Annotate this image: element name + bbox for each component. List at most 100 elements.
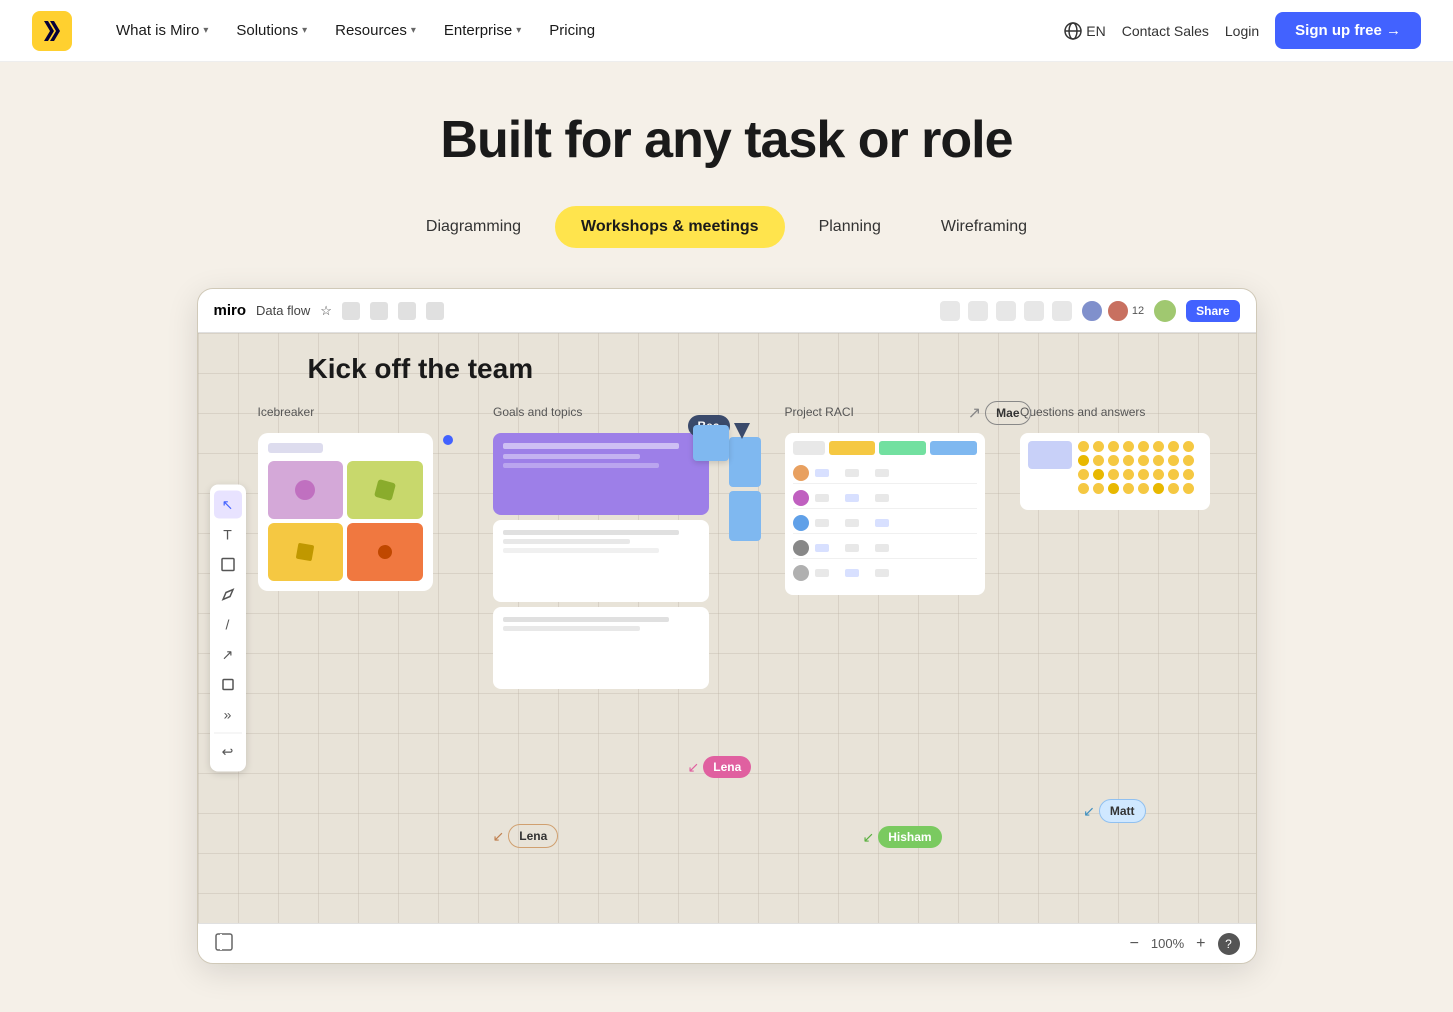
avatar bbox=[1080, 299, 1104, 323]
dot bbox=[1168, 483, 1179, 494]
yellow-shape bbox=[296, 543, 315, 562]
draw-tool[interactable] bbox=[214, 581, 242, 609]
arrow-tool[interactable]: ↗ bbox=[214, 641, 242, 669]
nav-pricing[interactable]: Pricing bbox=[537, 14, 607, 47]
undo-tool[interactable]: ↩ bbox=[214, 738, 242, 766]
dot bbox=[1153, 469, 1164, 480]
raci-row-1 bbox=[793, 463, 977, 484]
notification-icon[interactable] bbox=[370, 302, 388, 320]
more-tools[interactable]: » bbox=[214, 701, 242, 729]
raci-avatar bbox=[793, 540, 809, 556]
board-brand: miro bbox=[214, 302, 247, 319]
pen-tool[interactable]: / bbox=[214, 611, 242, 639]
settings-icon[interactable] bbox=[342, 302, 360, 320]
dot bbox=[1168, 469, 1179, 480]
board-toolbar-left: miro Data flow ☆ bbox=[214, 302, 444, 320]
raci-avatar bbox=[793, 465, 809, 481]
search-icon[interactable] bbox=[426, 302, 444, 320]
column-qa: Questions and answers bbox=[1020, 405, 1236, 510]
raci-cell bbox=[815, 519, 829, 527]
help-button[interactable]: ? bbox=[1218, 933, 1240, 955]
main-content: Built for any task or role Diagramming W… bbox=[0, 62, 1453, 1012]
nav-what-is-miro[interactable]: What is Miro ▾ bbox=[104, 14, 220, 47]
signup-button[interactable]: Sign up free → bbox=[1275, 12, 1421, 49]
raci-cell bbox=[815, 544, 829, 552]
dot bbox=[1123, 483, 1134, 494]
raci-cell bbox=[815, 494, 829, 502]
dot bbox=[1138, 441, 1149, 452]
globe-icon bbox=[1064, 22, 1082, 40]
comment-annotation bbox=[443, 435, 453, 445]
tab-planning[interactable]: Planning bbox=[793, 206, 907, 248]
dot bbox=[1183, 469, 1194, 480]
chevron-down-icon: ▾ bbox=[302, 25, 307, 36]
goals-card-white-1[interactable] bbox=[493, 520, 709, 602]
sticky-note-overlay bbox=[693, 425, 729, 461]
frame-tool[interactable] bbox=[214, 671, 242, 699]
qa-blue-rect bbox=[1028, 441, 1072, 469]
dot bbox=[1138, 455, 1149, 466]
raci-avatar bbox=[793, 490, 809, 506]
raci-bar-yellow bbox=[829, 441, 876, 455]
text-tool[interactable]: T bbox=[214, 521, 242, 549]
board-title: Kick off the team bbox=[308, 353, 1236, 385]
raci-cell bbox=[875, 494, 889, 502]
nav-solutions[interactable]: Solutions ▾ bbox=[224, 14, 319, 47]
dot bbox=[1123, 441, 1134, 452]
icebreaker-card[interactable] bbox=[258, 433, 433, 591]
green-shape bbox=[374, 479, 396, 501]
dot bbox=[1168, 441, 1179, 452]
card-line bbox=[503, 539, 630, 544]
board-canvas[interactable]: ↖ T / ↗ » ↩ Kick off the team bbox=[198, 333, 1256, 923]
sticky-blue-1 bbox=[729, 437, 761, 487]
timer-icon[interactable] bbox=[968, 301, 988, 321]
nav-links: What is Miro ▾ Solutions ▾ Resources ▾ E… bbox=[104, 14, 1064, 47]
lightning-icon[interactable] bbox=[940, 301, 960, 321]
dot bbox=[1108, 455, 1119, 466]
logo[interactable] bbox=[32, 11, 72, 51]
blue-sticky bbox=[693, 425, 729, 461]
nav-resources[interactable]: Resources ▾ bbox=[323, 14, 428, 47]
tab-workshops-meetings[interactable]: Workshops & meetings bbox=[555, 206, 785, 248]
raci-avatar bbox=[793, 565, 809, 581]
board-expand-icon[interactable] bbox=[214, 932, 234, 955]
star-icon[interactable]: ☆ bbox=[320, 303, 332, 319]
present-icon[interactable] bbox=[1024, 301, 1044, 321]
raci-header-cell-empty bbox=[793, 441, 825, 455]
dot bbox=[1138, 469, 1149, 480]
zoom-in-button[interactable]: + bbox=[1192, 935, 1209, 953]
share-button[interactable]: Share bbox=[1186, 300, 1239, 322]
raci-cell bbox=[845, 544, 859, 552]
board-data-flow-label: Data flow bbox=[256, 303, 310, 318]
tab-diagramming[interactable]: Diagramming bbox=[400, 206, 547, 248]
contact-sales-link[interactable]: Contact Sales bbox=[1122, 23, 1209, 39]
raci-row-4 bbox=[793, 538, 977, 559]
column-raci: Project RACI bbox=[785, 405, 1001, 595]
zoom-out-button[interactable]: − bbox=[1126, 935, 1143, 953]
avatar-group: 12 bbox=[1080, 299, 1144, 323]
raci-card[interactable] bbox=[785, 433, 985, 595]
goals-card-white-2[interactable] bbox=[493, 607, 709, 689]
shape-tool[interactable] bbox=[214, 551, 242, 579]
card-line bbox=[503, 530, 679, 535]
dot bbox=[1108, 483, 1119, 494]
select-tool[interactable]: ↖ bbox=[214, 491, 242, 519]
chevron-down-icon: ▾ bbox=[203, 25, 208, 36]
card-line bbox=[503, 443, 679, 449]
raci-header-bars bbox=[793, 441, 977, 455]
nav-enterprise[interactable]: Enterprise ▾ bbox=[432, 14, 533, 47]
goals-card-purple[interactable] bbox=[493, 433, 709, 515]
tab-wireframing[interactable]: Wireframing bbox=[915, 206, 1053, 248]
card-line bbox=[503, 626, 640, 631]
dot bbox=[1093, 441, 1104, 452]
login-link[interactable]: Login bbox=[1225, 23, 1259, 39]
qa-card[interactable] bbox=[1020, 433, 1210, 510]
export-icon[interactable] bbox=[398, 302, 416, 320]
more-icon[interactable] bbox=[1052, 301, 1072, 321]
frame-icon[interactable] bbox=[996, 301, 1016, 321]
raci-cells bbox=[815, 519, 977, 527]
tab-bar: Diagramming Workshops & meetings Plannin… bbox=[400, 206, 1053, 248]
column-goals: Goals and topics bbox=[493, 405, 709, 689]
column-header-qa: Questions and answers bbox=[1020, 405, 1236, 419]
language-selector[interactable]: EN bbox=[1064, 22, 1105, 40]
